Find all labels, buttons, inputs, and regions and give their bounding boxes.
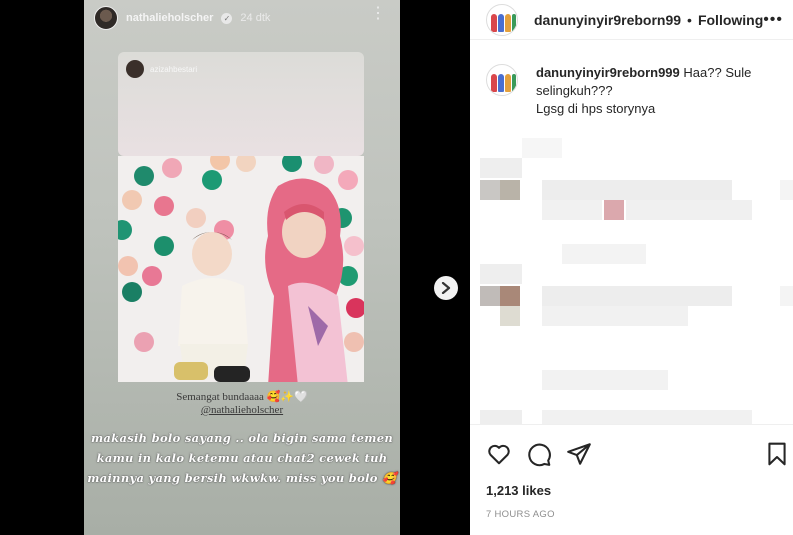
story-username: nathalieholscher [126,12,214,24]
story-more-icon: ⋮ [370,5,386,22]
shared-story-avatar [126,60,144,78]
post-actions: 1,213 likes 7 HOURS AGO [470,424,793,535]
likes-count[interactable]: 1,213 likes [486,483,551,498]
story-caption-line1: Semangat bundaaaa 🥰✨🤍 [176,391,308,403]
share-icon[interactable] [566,441,592,467]
following-button[interactable]: Following [698,12,763,28]
comment-icon[interactable] [526,441,552,467]
story-caption-mention: @nathalieholscher [200,404,284,416]
chevron-right-icon [441,282,451,294]
bookmark-icon[interactable] [764,441,790,467]
verified-badge-icon: ✓ [221,12,233,24]
instagram-post-view: nathalieholscher ✓ 24 dtk ⋮ azizahbestar… [0,0,793,535]
post-media: nathalieholscher ✓ 24 dtk ⋮ azizahbestar… [0,0,470,535]
story-screenshot: nathalieholscher ✓ 24 dtk ⋮ azizahbestar… [84,0,400,535]
story-time: 24 dtk [240,12,271,24]
baby-figure [174,232,250,382]
shared-story-user: azizahbestari [126,60,197,78]
heart-icon[interactable] [486,441,512,467]
story-avatar [94,6,118,30]
post-timestamp[interactable]: 7 HOURS AGO [486,509,555,520]
header-separator: • [687,11,692,28]
commenter-avatar[interactable] [486,64,518,96]
story-photo [118,156,364,382]
story-header: nathalieholscher ✓ 24 dtk [94,4,390,32]
next-slide-button[interactable] [434,276,458,300]
shared-story-card: azizahbestari [118,52,364,156]
post-header: danunyinyir9reborn99 • Following ••• [470,0,793,40]
comment-text-2: Lgsg di hps storynya [536,101,656,116]
story-overlay-text: makasih bolo sayang .. ola bigin sama te… [87,431,397,485]
caption-comment: danunyinyir9reborn999 Haa?? Sule selingk… [486,64,786,118]
more-options-icon[interactable]: ••• [763,11,783,29]
post-sidebar: danunyinyir9reborn99 • Following ••• dan… [470,0,793,535]
comment-username[interactable]: danunyinyir9reborn999 [536,65,680,80]
comment-body: danunyinyir9reborn999 Haa?? Sule selingk… [536,64,756,118]
shared-story-username: azizahbestari [150,64,198,74]
poster-avatar[interactable] [486,3,518,36]
mother-figure [265,178,348,382]
poster-username[interactable]: danunyinyir9reborn99 [534,12,681,28]
